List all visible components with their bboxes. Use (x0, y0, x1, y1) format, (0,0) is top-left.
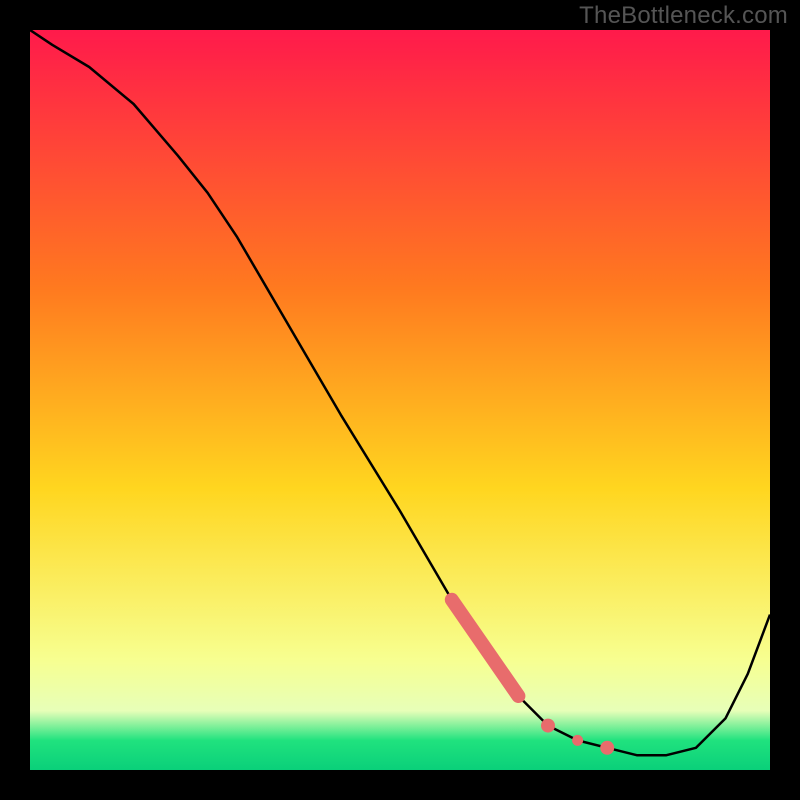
marker-dot-1 (541, 719, 555, 733)
chart-svg (30, 30, 770, 770)
watermark-text: TheBottleneck.com (579, 2, 788, 30)
marker-dot-3 (600, 741, 614, 755)
plot-area (30, 30, 770, 770)
chart-frame: TheBottleneck.com (0, 0, 800, 800)
marker-dot-2 (572, 735, 583, 746)
gradient-background (30, 30, 770, 770)
